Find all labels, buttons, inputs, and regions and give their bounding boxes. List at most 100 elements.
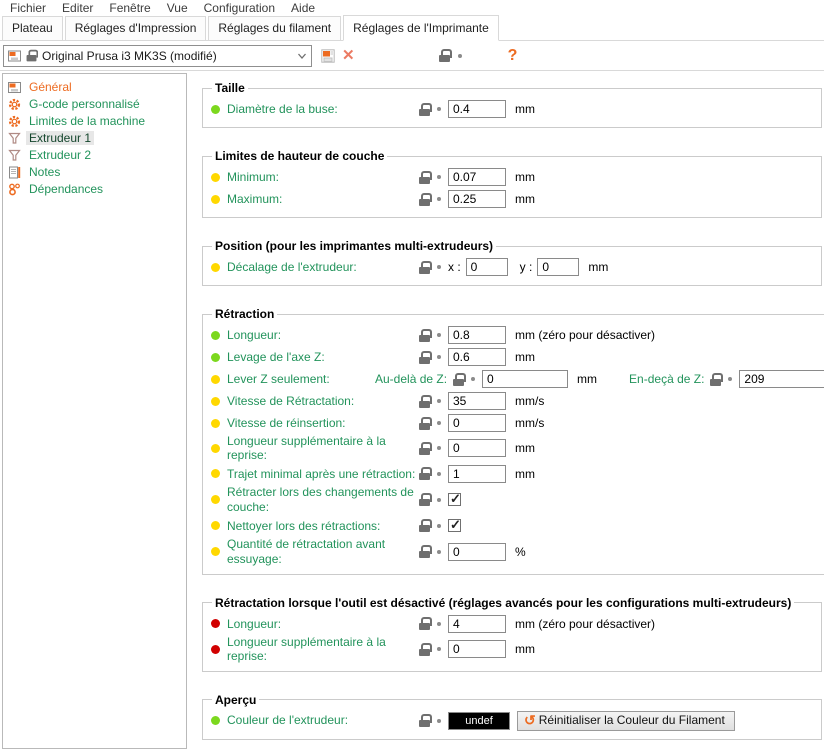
revert-dot-icon [437, 107, 441, 111]
lift-above-z-input[interactable] [482, 370, 568, 388]
group-title: Limites de hauteur de couche [212, 149, 387, 163]
setting-row-longueur-supplementaire-toolchange: Longueur supplémentaire à la reprise: mm [211, 635, 813, 664]
extruder-color-swatch[interactable]: undef [448, 712, 510, 730]
sidebar-item-general[interactable]: Général [7, 79, 182, 95]
lock-icon[interactable] [419, 617, 430, 630]
retract-length-input[interactable] [448, 326, 506, 344]
setting-row-nettoyer-retractions: Nettoyer lors des rétractions: [211, 515, 824, 537]
setting-row-lever-z-seulement: Lever Z seulement: Au-delà de Z: mm En-d… [211, 368, 824, 390]
lock-icon[interactable] [419, 395, 430, 408]
lock-icon[interactable] [419, 417, 430, 430]
restart-extra-input[interactable] [448, 439, 506, 457]
setting-row-trajet-minimal: Trajet minimal après une rétraction: mm [211, 463, 824, 485]
menu-item-fichier[interactable]: Fichier [2, 1, 54, 15]
retract-lift-input[interactable] [448, 348, 506, 366]
status-dot-icon [211, 495, 220, 504]
lock-icon[interactable] [419, 193, 430, 206]
revert-dot-icon [437, 265, 441, 269]
revert-dot-icon [437, 333, 441, 337]
status-dot-icon [211, 716, 220, 725]
status-dot-icon [211, 195, 220, 204]
revert-dot-icon [437, 421, 441, 425]
sidebar-item-dependances[interactable]: Dépendances [7, 181, 182, 197]
sidebar-item-limites-machine[interactable]: Limites de la machine [7, 113, 182, 129]
lock-icon[interactable] [419, 714, 430, 727]
save-preset-button[interactable] [321, 47, 335, 65]
reset-filament-color-button[interactable]: ↺ Réinitialiser la Couleur du Filament [517, 711, 735, 731]
lock-icon[interactable] [419, 643, 430, 656]
revert-dot-icon [458, 54, 462, 58]
extruder-offset-x-input[interactable] [466, 258, 508, 276]
revert-dot-icon [437, 355, 441, 359]
extruder-offset-y-input[interactable] [537, 258, 579, 276]
restart-extra-toolchange-input[interactable] [448, 640, 506, 658]
sidebar-item-notes[interactable]: Notes [7, 164, 182, 180]
settings-content: Taille Diamètre de la buse: mm Limites d… [187, 71, 824, 749]
menu-item-aide[interactable]: Aide [283, 1, 323, 15]
tab-plateau[interactable]: Plateau [2, 16, 63, 41]
lock-icon[interactable] [419, 467, 430, 480]
tab-reglages-impression[interactable]: Réglages d'Impression [65, 16, 207, 41]
min-layer-height-input[interactable] [448, 168, 506, 186]
delete-preset-button[interactable]: ✕ [342, 48, 355, 63]
setting-row-quantite-retractation: Quantité de rétractation avant essuyage:… [211, 537, 824, 567]
status-dot-icon [211, 105, 220, 114]
revert-dot-icon [437, 446, 441, 450]
lock-icon[interactable] [419, 351, 430, 364]
padlock-icon [27, 50, 37, 62]
status-dot-icon [211, 331, 220, 340]
lock-icon[interactable] [419, 171, 430, 184]
status-dot-icon [211, 469, 220, 478]
max-layer-height-input[interactable] [448, 190, 506, 208]
menu-item-configuration[interactable]: Configuration [196, 1, 283, 15]
menu-item-fenetre[interactable]: Fenêtre [101, 1, 158, 15]
tab-reglages-filament[interactable]: Réglages du filament [208, 16, 341, 41]
lock-icon[interactable] [419, 442, 430, 455]
revert-dot-icon [437, 472, 441, 476]
lift-below-z-input[interactable] [739, 370, 824, 388]
min-travel-input[interactable] [448, 465, 506, 483]
revert-dot-icon [728, 377, 732, 381]
revert-dot-icon [437, 197, 441, 201]
lock-icon[interactable] [419, 261, 430, 274]
retract-before-wipe-input[interactable] [448, 543, 506, 561]
gear-icon [7, 115, 22, 128]
revert-dot-icon [437, 647, 441, 651]
lock-icon[interactable] [710, 373, 721, 386]
lock-icon[interactable] [419, 545, 430, 558]
lock-icon[interactable] [419, 329, 430, 342]
menu-item-vue[interactable]: Vue [159, 1, 196, 15]
setting-row-retracter-changements-couche: Rétracter lors des changements de couche… [211, 485, 824, 515]
setting-row-levage-axe-z: Levage de l'axe Z: mm [211, 346, 824, 368]
retract-length-toolchange-input[interactable] [448, 615, 506, 633]
tab-reglages-imprimante[interactable]: Réglages de l'Imprimante [343, 15, 499, 41]
revert-dot-icon [437, 622, 441, 626]
nozzle-diameter-input[interactable] [448, 100, 506, 118]
setting-row-diametre-buse: Diamètre de la buse: mm [211, 98, 813, 120]
printer-preset-select[interactable]: Original Prusa i3 MK3S (modifié) [3, 45, 312, 67]
sidebar-item-extrudeur-1[interactable]: Extrudeur 1 [7, 130, 182, 146]
group-title: Rétractation lorsque l'outil est désacti… [212, 596, 794, 610]
lock-icon[interactable] [419, 519, 430, 532]
lock-icon[interactable] [419, 493, 430, 506]
status-dot-icon [211, 173, 220, 182]
group-title: Position (pour les imprimantes multi-ext… [212, 239, 496, 253]
status-dot-icon [211, 619, 220, 628]
help-button[interactable]: ? [508, 47, 518, 65]
lock-icon[interactable] [419, 103, 430, 116]
setting-row-longueur: Longueur: mm (zéro pour désactiver) [211, 324, 824, 346]
wipe-checkbox[interactable] [448, 519, 461, 532]
group-position: Position (pour les imprimantes multi-ext… [202, 239, 822, 286]
retract-speed-input[interactable] [448, 392, 506, 410]
group-title: Aperçu [212, 693, 259, 707]
revert-dot-icon [437, 550, 441, 554]
preset-name: Original Prusa i3 MK3S (modifié) [42, 49, 297, 63]
lock-icon[interactable] [453, 373, 464, 386]
deretract-speed-input[interactable] [448, 414, 506, 432]
printer-icon [8, 47, 21, 65]
menu-item-editer[interactable]: Editer [54, 1, 101, 15]
sidebar-item-gcode-personnalise[interactable]: G-code personnalisé [7, 96, 182, 112]
lock-settings-button[interactable] [439, 49, 450, 62]
sidebar-item-extrudeur-2[interactable]: Extrudeur 2 [7, 147, 182, 163]
retract-layer-change-checkbox[interactable] [448, 493, 461, 506]
